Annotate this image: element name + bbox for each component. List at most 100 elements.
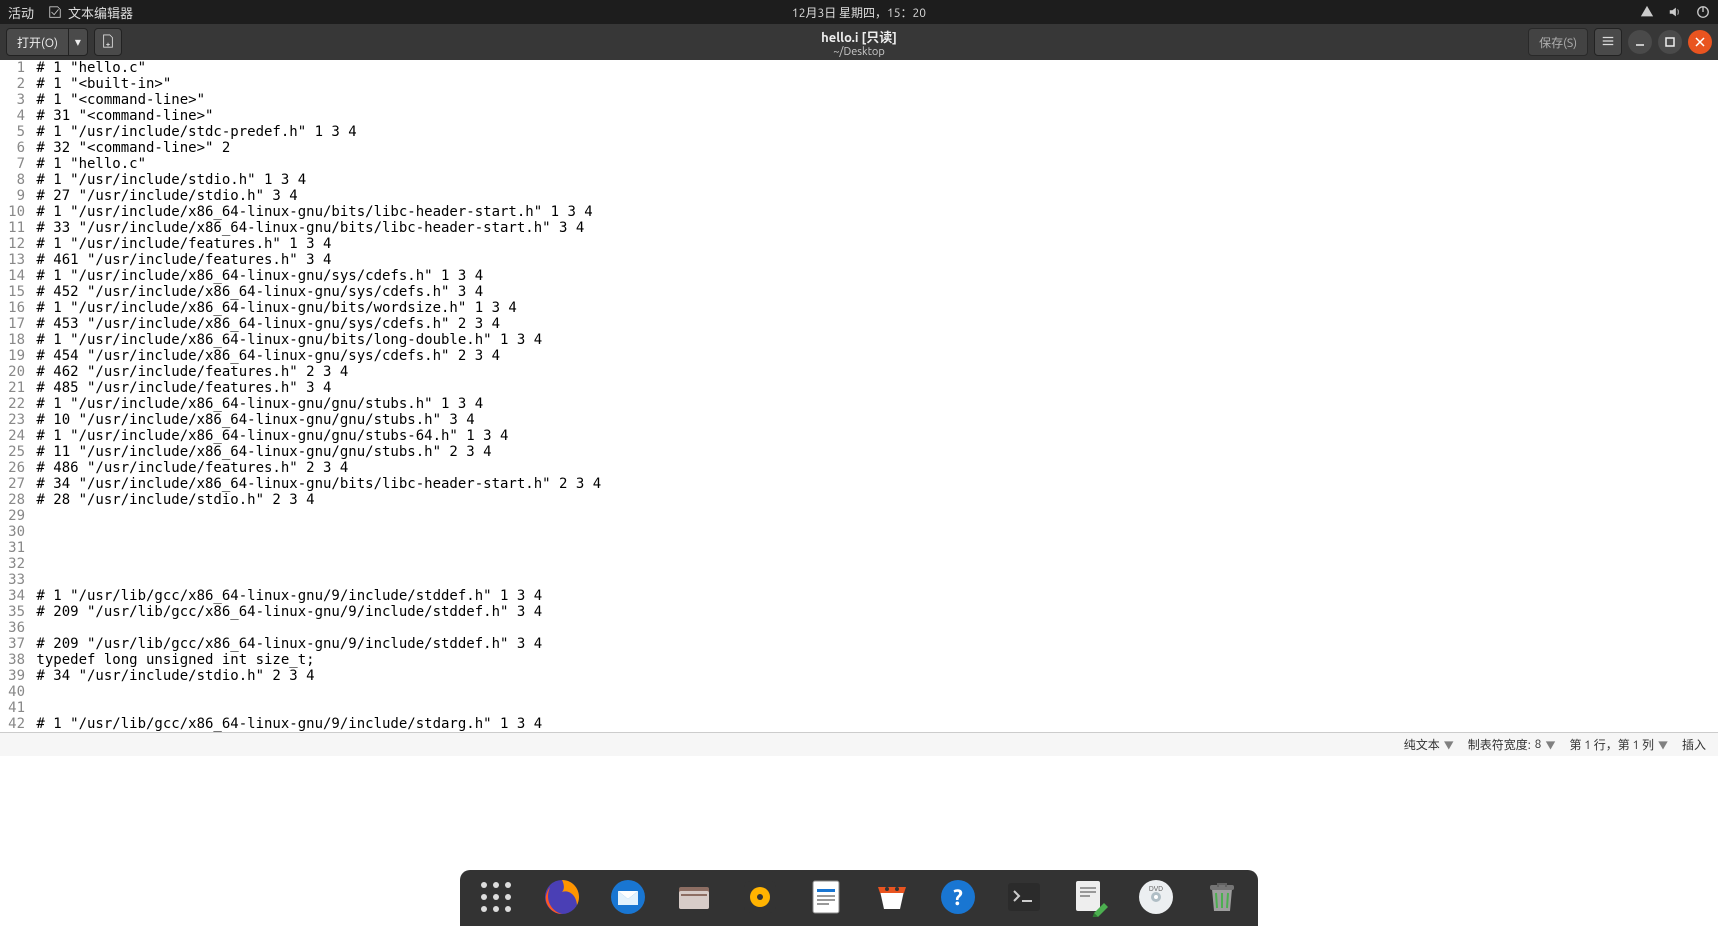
open-button[interactable]: 打开(O) — [6, 28, 69, 56]
dock-app-firefox[interactable] — [540, 876, 584, 920]
line-content — [28, 524, 36, 540]
dock-app-terminal[interactable] — [1002, 876, 1046, 920]
editor-line[interactable]: 14 # 1 "/usr/include/x86_64-linux-gnu/sy… — [0, 268, 1718, 284]
libreoffice-icon — [806, 877, 846, 920]
editor-line[interactable]: 19 # 454 "/usr/include/x86_64-linux-gnu/… — [0, 348, 1718, 364]
line-number: 38 — [0, 652, 28, 668]
window-header-bar: 打开(O) ▾ hello.i [只读] ~/Desktop 保存(S) — [0, 24, 1718, 60]
line-number: 36 — [0, 620, 28, 636]
dock-app-software[interactable] — [870, 876, 914, 920]
editor-line[interactable]: 34 # 1 "/usr/lib/gcc/x86_64-linux-gnu/9/… — [0, 588, 1718, 604]
dock-app-rhythmbox[interactable] — [738, 876, 782, 920]
editor-line[interactable]: 27 # 34 "/usr/include/x86_64-linux-gnu/b… — [0, 476, 1718, 492]
editor-line[interactable]: 13 # 461 "/usr/include/features.h" 3 4 — [0, 252, 1718, 268]
editor-line[interactable]: 24 # 1 "/usr/include/x86_64-linux-gnu/gn… — [0, 428, 1718, 444]
editor-line[interactable]: 32 — [0, 556, 1718, 572]
line-content: # 1 "/usr/include/features.h" 1 3 4 — [28, 236, 331, 252]
line-number: 41 — [0, 700, 28, 716]
line-content: # 34 "/usr/include/x86_64-linux-gnu/bits… — [28, 476, 601, 492]
editor-line[interactable]: 29 — [0, 508, 1718, 524]
close-button[interactable] — [1688, 30, 1712, 54]
dock-app-trash[interactable] — [1200, 876, 1244, 920]
editor-line[interactable]: 40 — [0, 684, 1718, 700]
editor-line[interactable]: 16 # 1 "/usr/include/x86_64-linux-gnu/bi… — [0, 300, 1718, 316]
editor-line[interactable]: 25 # 11 "/usr/include/x86_64-linux-gnu/g… — [0, 444, 1718, 460]
editor-line[interactable]: 30 — [0, 524, 1718, 540]
svg-text:DVD: DVD — [1149, 885, 1163, 893]
editor-line[interactable]: 36 — [0, 620, 1718, 636]
network-icon[interactable] — [1640, 5, 1654, 19]
dock-app-gedit[interactable] — [1068, 876, 1112, 920]
maximize-button[interactable] — [1658, 30, 1682, 54]
open-dropdown-button[interactable]: ▾ — [68, 28, 88, 56]
line-content: # 453 "/usr/include/x86_64-linux-gnu/sys… — [28, 316, 500, 332]
editor-line[interactable]: 17 # 453 "/usr/include/x86_64-linux-gnu/… — [0, 316, 1718, 332]
editor-line[interactable]: 9 # 27 "/usr/include/stdio.h" 3 4 — [0, 188, 1718, 204]
new-document-icon — [101, 34, 115, 51]
editor-line[interactable]: 42 # 1 "/usr/lib/gcc/x86_64-linux-gnu/9/… — [0, 716, 1718, 732]
editor-line[interactable]: 28 # 28 "/usr/include/stdio.h" 2 3 4 — [0, 492, 1718, 508]
new-tab-button[interactable] — [94, 28, 122, 56]
editor-line[interactable]: 26 # 486 "/usr/include/features.h" 2 3 4 — [0, 460, 1718, 476]
editor-line[interactable]: 1 # 1 "hello.c" — [0, 60, 1718, 76]
editor-line[interactable]: 15 # 452 "/usr/include/x86_64-linux-gnu/… — [0, 284, 1718, 300]
editor-line[interactable]: 18 # 1 "/usr/include/x86_64-linux-gnu/bi… — [0, 332, 1718, 348]
minimize-button[interactable] — [1628, 30, 1652, 54]
status-tab-width[interactable]: 制表符宽度:8▼ — [1468, 736, 1556, 753]
editor-line[interactable]: 6 # 32 "<command-line>" 2 — [0, 140, 1718, 156]
line-number: 10 — [0, 204, 28, 220]
editor-line[interactable]: 4 # 31 "<command-line>" — [0, 108, 1718, 124]
activities-button[interactable]: 活动 — [8, 3, 34, 22]
editor-line[interactable]: 3 # 1 "<command-line>" — [0, 92, 1718, 108]
editor-line[interactable]: 20 # 462 "/usr/include/features.h" 2 3 4 — [0, 364, 1718, 380]
files-icon — [674, 877, 714, 920]
editor-line[interactable]: 22 # 1 "/usr/include/x86_64-linux-gnu/gn… — [0, 396, 1718, 412]
line-number: 5 — [0, 124, 28, 140]
dock-app-files[interactable] — [672, 876, 716, 920]
app-menu[interactable]: 文本编辑器 — [48, 3, 133, 22]
editor-line[interactable]: 10 # 1 "/usr/include/x86_64-linux-gnu/bi… — [0, 204, 1718, 220]
system-top-bar: 活动 文本编辑器 12月3日 星期四，15：20 — [0, 0, 1718, 24]
editor-line[interactable]: 38 typedef long unsigned int size_t; — [0, 652, 1718, 668]
editor-line[interactable]: 39 # 34 "/usr/include/stdio.h" 2 3 4 — [0, 668, 1718, 684]
editor-line[interactable]: 37 # 209 "/usr/lib/gcc/x86_64-linux-gnu/… — [0, 636, 1718, 652]
editor-line[interactable]: 2 # 1 "<built-in>" — [0, 76, 1718, 92]
line-number: 28 — [0, 492, 28, 508]
save-button[interactable]: 保存(S) — [1528, 28, 1588, 56]
editor-area[interactable]: 1 # 1 "hello.c"2 # 1 "<built-in>"3 # 1 "… — [0, 60, 1718, 732]
editor-line[interactable]: 35 # 209 "/usr/lib/gcc/x86_64-linux-gnu/… — [0, 604, 1718, 620]
line-content: # 1 "hello.c" — [28, 60, 146, 76]
line-number: 30 — [0, 524, 28, 540]
editor-line[interactable]: 5 # 1 "/usr/include/stdc-predef.h" 1 3 4 — [0, 124, 1718, 140]
dock-app-libreoffice[interactable] — [804, 876, 848, 920]
dock-app-dvd[interactable]: DVD — [1134, 876, 1178, 920]
line-content: # 1 "/usr/include/x86_64-linux-gnu/bits/… — [28, 300, 517, 316]
trash-icon — [1202, 877, 1242, 920]
editor-line[interactable]: 41 — [0, 700, 1718, 716]
editor-line[interactable]: 11 # 33 "/usr/include/x86_64-linux-gnu/b… — [0, 220, 1718, 236]
editor-line[interactable]: 23 # 10 "/usr/include/x86_64-linux-gnu/g… — [0, 412, 1718, 428]
editor-line[interactable]: 12 # 1 "/usr/include/features.h" 1 3 4 — [0, 236, 1718, 252]
dock-app-apps[interactable] — [474, 876, 518, 920]
line-content: # 10 "/usr/include/x86_64-linux-gnu/gnu/… — [28, 412, 475, 428]
line-content: # 1 "/usr/include/x86_64-linux-gnu/gnu/s… — [28, 428, 508, 444]
status-bar: 纯文本▼ 制表符宽度:8▼ 第 1 行，第 1 列▼ 插入 — [0, 732, 1718, 756]
editor-line[interactable]: 31 — [0, 540, 1718, 556]
line-number: 37 — [0, 636, 28, 652]
volume-icon[interactable] — [1668, 5, 1682, 19]
editor-line[interactable]: 7 # 1 "hello.c" — [0, 156, 1718, 172]
line-content: # 1 "/usr/lib/gcc/x86_64-linux-gnu/9/inc… — [28, 588, 542, 604]
editor-line[interactable]: 33 — [0, 572, 1718, 588]
power-icon[interactable] — [1696, 5, 1710, 19]
editor-line[interactable]: 8 # 1 "/usr/include/stdio.h" 1 3 4 — [0, 172, 1718, 188]
firefox-icon — [542, 877, 582, 920]
line-content: # 1 "/usr/include/x86_64-linux-gnu/bits/… — [28, 204, 593, 220]
editor-line[interactable]: 21 # 485 "/usr/include/features.h" 3 4 — [0, 380, 1718, 396]
dock-app-help[interactable]: ? — [936, 876, 980, 920]
dock-app-thunderbird[interactable] — [606, 876, 650, 920]
clock[interactable]: 12月3日 星期四，15：20 — [792, 4, 926, 21]
status-language[interactable]: 纯文本▼ — [1404, 736, 1454, 753]
status-cursor-position[interactable]: 第 1 行，第 1 列▼ — [1569, 736, 1668, 753]
hamburger-menu-button[interactable] — [1594, 28, 1622, 56]
line-content: # 27 "/usr/include/stdio.h" 3 4 — [28, 188, 298, 204]
